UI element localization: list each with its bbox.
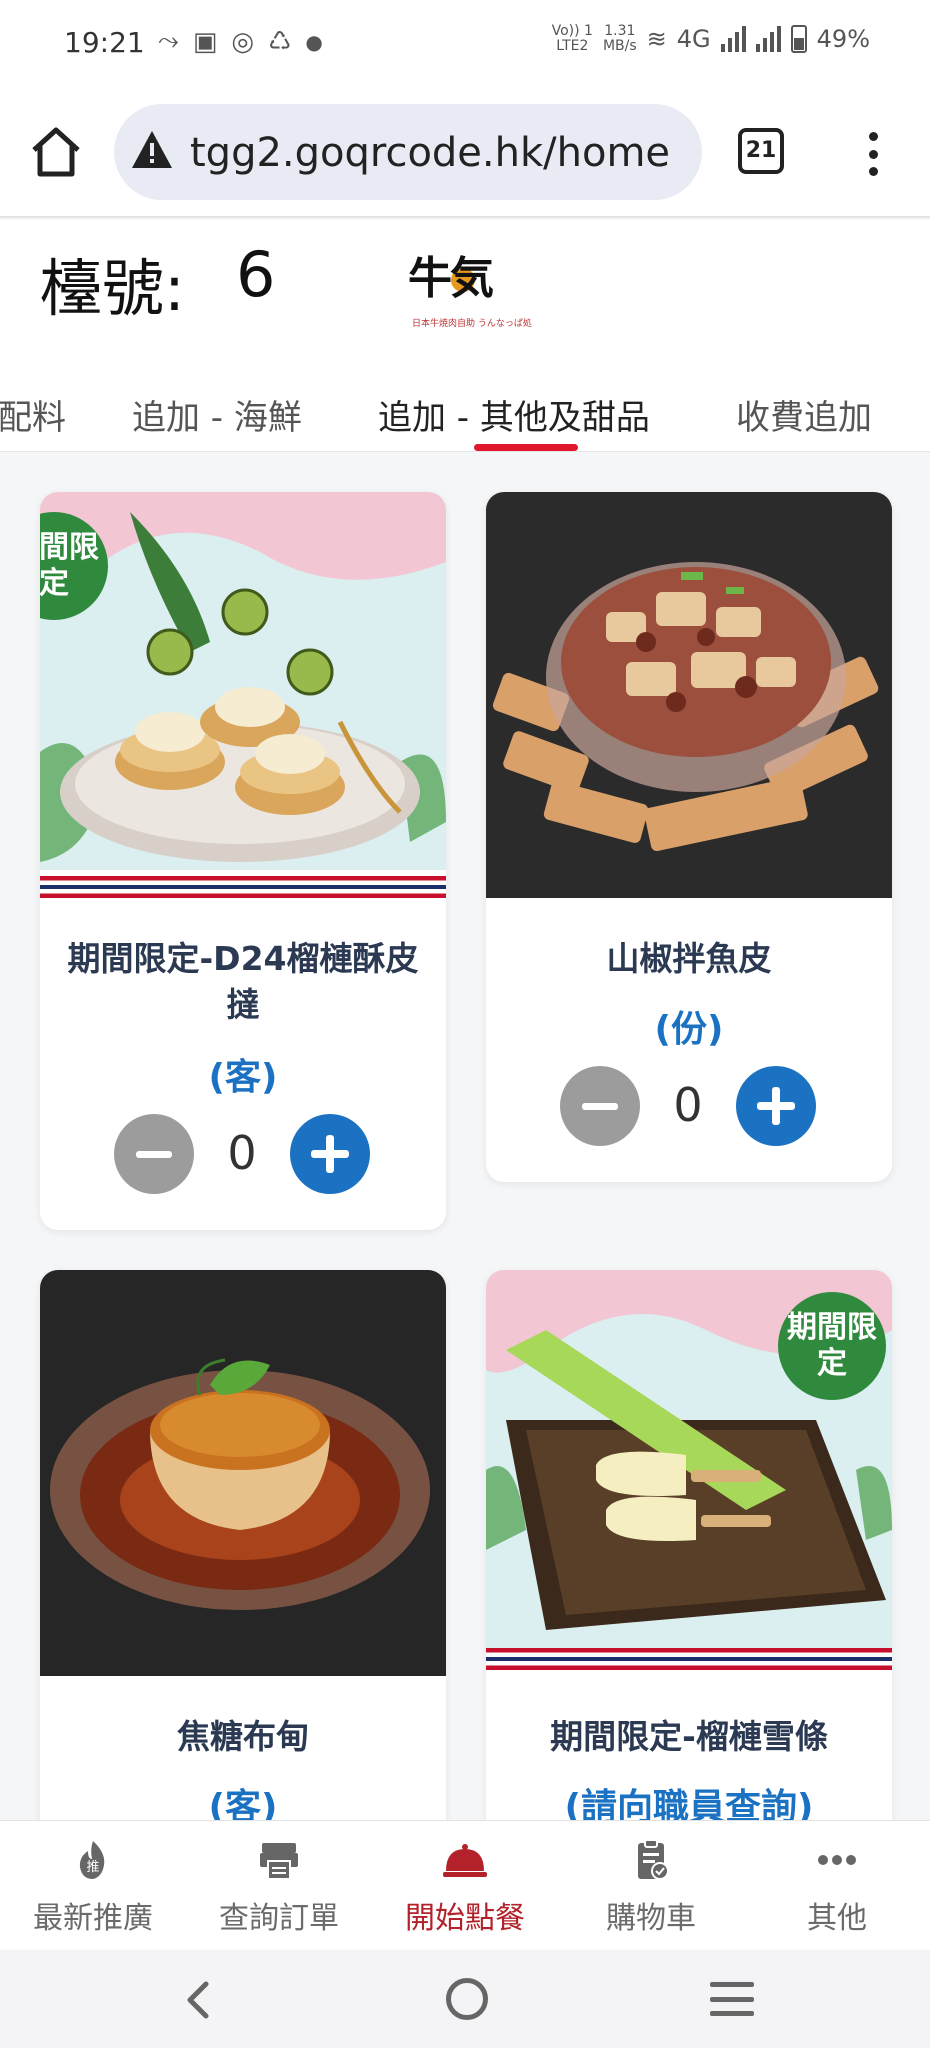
nav-start-ordering[interactable]: 開始點餐 — [372, 1839, 558, 1937]
logo-text: 牛気 — [408, 253, 494, 304]
dot-icon: ● — [305, 29, 323, 54]
table-label: 檯號: — [40, 252, 185, 325]
limited-time-badge: 期間限定 — [778, 1292, 886, 1400]
item-name: 期間限定-榴槤雪條 — [550, 1717, 828, 1756]
status-right: Vo)) 1 LTE2 1.31 MB/s ≋ 4G 49% — [552, 24, 870, 54]
quantity-value: 0 — [673, 1078, 703, 1132]
table-number: 6 — [236, 238, 276, 311]
warning-icon[interactable] — [130, 128, 174, 172]
notification-icons: ⤳ ▣ ◎ ♺ ● — [158, 26, 323, 57]
increase-button[interactable] — [290, 1114, 370, 1194]
more-dots-icon — [818, 1855, 856, 1865]
volte-indicator: Vo)) 1 LTE2 — [551, 23, 593, 54]
system-navigation-bar — [0, 1950, 930, 2048]
nav-order-history[interactable]: 查詢訂單 — [186, 1839, 372, 1937]
decrease-button[interactable] — [560, 1066, 640, 1146]
active-tab-indicator — [474, 444, 578, 451]
battery-percent: 49% — [816, 25, 870, 53]
signal-icon-2 — [755, 26, 781, 52]
menu-card: 焦糖布甸 (客) — [40, 1270, 446, 1870]
flag-stripe — [486, 1648, 892, 1670]
flag-stripe — [40, 876, 446, 898]
bottom-navigation: 推 最新推廣 查詢訂單 開始點餐 購物車 其他 — [0, 1820, 930, 1950]
cloche-icon — [443, 1844, 487, 1877]
network-type: 4G — [676, 25, 711, 53]
recent-apps-icon[interactable] — [710, 1982, 754, 2016]
page-header: 檯號: 6 牛気 日本牛焼肉自助 うんなっぱ処 配料 追加 - 海鮮 追加 - … — [0, 220, 930, 452]
item-name: 山椒拌魚皮 — [606, 939, 772, 978]
back-icon[interactable] — [178, 1978, 218, 2022]
missed-call-icon: ⤳ — [158, 26, 179, 56]
tab-others-desserts[interactable]: 追加 - 其他及甜品 — [378, 390, 650, 439]
url-text[interactable]: tgg2.goqrcode.hk/home — [190, 130, 670, 176]
fish-skin-image — [486, 492, 892, 898]
tab-toppings[interactable]: 配料 — [0, 390, 66, 439]
menu-card: 期間限定 期間限定-D24榴槤酥皮撻 (客) 0 — [40, 492, 446, 1230]
item-name: 焦糖布甸 — [177, 1717, 309, 1756]
tab-switcher-button[interactable]: 21 — [738, 128, 784, 174]
wifi-icon: ≋ — [646, 25, 667, 53]
caramel-pudding-image — [40, 1270, 446, 1676]
quantity-stepper: 0 — [40, 1114, 446, 1194]
home-icon[interactable] — [28, 124, 84, 180]
nav-more[interactable]: 其他 — [744, 1839, 930, 1937]
network-speed: 1.31 MB/s — [602, 23, 637, 54]
status-bar: 19:21 ⤳ ▣ ◎ ♺ ● Vo)) 1 LTE2 1.31 MB/s ≋ … — [0, 0, 930, 88]
nav-cart[interactable]: 購物車 — [558, 1839, 744, 1937]
menu-card: 期間限定 期間限定-榴槤雪條 (請向職員查詢) — [486, 1270, 892, 1870]
app-notification-icon: ▣ — [192, 26, 218, 57]
tab-paid-extras[interactable]: 收費追加 — [736, 390, 872, 439]
signal-icon — [720, 26, 746, 52]
logo-subtext: 日本牛焼肉自助 うんなっぱ処 — [412, 319, 532, 329]
promo-fire-icon: 推 — [79, 1841, 105, 1879]
tab-seafood[interactable]: 追加 - 海鮮 — [132, 390, 302, 439]
instagram-icon: ◎ — [231, 26, 255, 57]
svg-text:推: 推 — [86, 1860, 99, 1875]
quantity-value: 0 — [227, 1126, 257, 1180]
browser-menu-icon[interactable] — [866, 132, 880, 176]
menu-card: 山椒拌魚皮 (份) 0 — [486, 492, 892, 1182]
browser-toolbar: tgg2.goqrcode.hk/home 21 — [0, 88, 930, 218]
nav-promotions[interactable]: 推 最新推廣 — [0, 1839, 186, 1937]
item-unit: (客) — [208, 1057, 278, 1098]
item-name: 期間限定-D24榴槤酥皮撻 — [67, 939, 419, 1024]
address-bar[interactable]: tgg2.goqrcode.hk/home — [114, 104, 702, 200]
quantity-stepper: 0 — [486, 1066, 892, 1146]
status-time: 19:21 — [64, 26, 145, 59]
restaurant-logo: 牛気 日本牛焼肉自助 うんなっぱ処 — [408, 242, 532, 329]
increase-button[interactable] — [736, 1066, 816, 1146]
clipboard-check-icon — [638, 1839, 669, 1880]
printer-icon — [260, 1843, 298, 1880]
sync-icon: ♺ — [268, 26, 292, 57]
battery-icon — [790, 25, 807, 53]
home-circle-icon[interactable] — [446, 1978, 488, 2020]
category-tabs: 配料 追加 - 海鮮 追加 - 其他及甜品 收費追加 — [0, 368, 930, 452]
decrease-button[interactable] — [114, 1114, 194, 1194]
item-unit: (份) — [654, 1009, 724, 1050]
